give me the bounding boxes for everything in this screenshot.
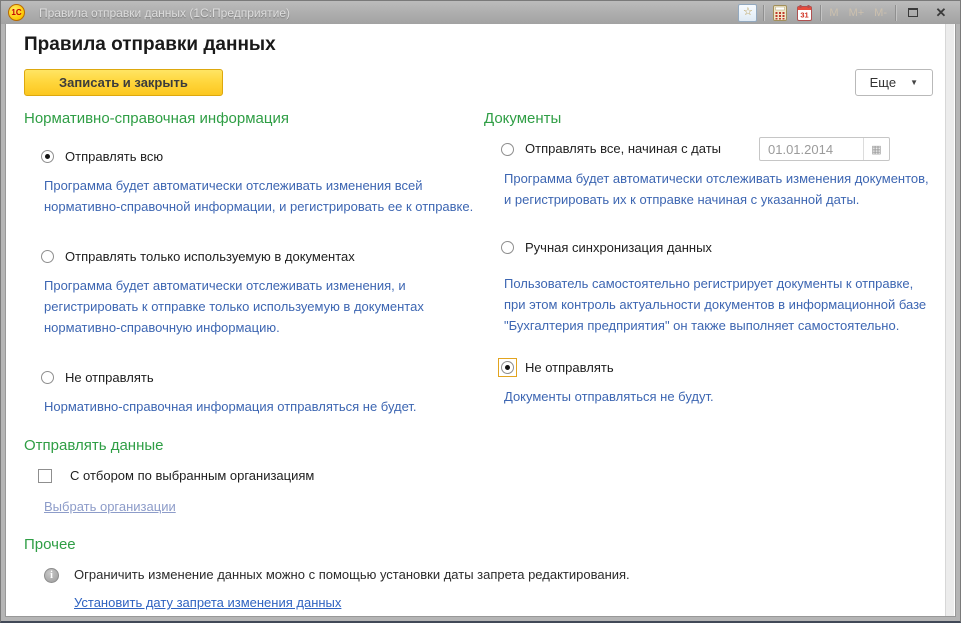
radio-label: Отправлять всю [65, 149, 163, 164]
select-organizations-link[interactable]: Выбрать организации [44, 499, 176, 514]
radio-label: Отправлять все, начиная с даты [525, 141, 721, 156]
memory-m-button[interactable]: М [827, 7, 840, 19]
radio-option-docs-send-from-date[interactable]: Отправлять все, начиная с даты ▦ [498, 137, 937, 161]
calculator-icon[interactable] [770, 4, 789, 22]
radio-option-nsi-send-all[interactable]: Отправлять всю [38, 147, 484, 166]
docs-hint-1: Программа будет автоматически отслеживат… [504, 168, 936, 210]
memory-m-minus-button[interactable]: М- [872, 7, 889, 19]
start-date-input[interactable] [760, 138, 863, 160]
radio-label: Ручная синхронизация данных [525, 240, 712, 255]
documents-section: Документы Отправлять все, начиная с даты… [484, 110, 937, 417]
maximize-button[interactable] [902, 4, 924, 22]
nsi-hint-3: Нормативно-справочная информация отправл… [44, 396, 476, 417]
titlebar-separator [763, 5, 764, 21]
memory-m-plus-button[interactable]: М+ [847, 7, 867, 19]
radio-button[interactable] [41, 250, 54, 263]
form-content: Правила отправки данных Записать и закры… [5, 24, 956, 617]
radio-label: Отправлять только используемую в докумен… [65, 249, 355, 264]
more-button[interactable]: Еще ▼ [855, 69, 933, 96]
nsi-hint-1: Программа будет автоматически отслеживат… [44, 175, 476, 217]
other-heading: Прочее [24, 536, 937, 553]
more-button-label: Еще [870, 75, 896, 90]
docs-hint-2: Пользователь самостоятельно регистрирует… [504, 273, 936, 336]
calendar-icon[interactable]: 31 [795, 4, 814, 22]
window-title: Правила отправки данных (1С:Предприятие) [39, 6, 738, 20]
maximize-icon [908, 8, 918, 17]
nsi-heading: Нормативно-справочная информация [24, 110, 484, 127]
set-restriction-date-link[interactable]: Установить дату запрета изменения данных [74, 595, 341, 610]
radio-option-nsi-no-send[interactable]: Не отправлять [38, 368, 484, 387]
save-and-close-button[interactable]: Записать и закрыть [24, 69, 223, 96]
chevron-down-icon: ▼ [910, 78, 918, 87]
other-section: Прочее i Ограничить изменение данных мож… [24, 536, 937, 612]
info-text: Ограничить изменение данных можно с помо… [74, 567, 630, 582]
radio-option-docs-no-send[interactable]: Не отправлять [498, 358, 937, 377]
app-window: 1С Правила отправки данных (1С:Предприят… [0, 0, 961, 623]
checkbox[interactable] [38, 469, 52, 483]
radio-button[interactable] [501, 143, 514, 156]
docs-hint-3: Документы отправляться не будут. [504, 386, 936, 407]
radio-button[interactable] [501, 241, 514, 254]
calendar-picker-icon[interactable]: ▦ [863, 138, 889, 160]
vertical-scrollbar[interactable] [945, 24, 954, 616]
radio-option-docs-manual-sync[interactable]: Ручная синхронизация данных [498, 238, 937, 257]
favorites-icon[interactable]: ☆ [738, 4, 757, 22]
radio-label: Не отправлять [65, 370, 154, 385]
radio-button[interactable] [41, 150, 54, 163]
1c-logo-icon: 1С [8, 4, 25, 21]
titlebar-separator [820, 5, 821, 21]
page-title: Правила отправки данных [24, 34, 955, 56]
start-date-field-group: ▦ [759, 137, 890, 161]
titlebar: 1С Правила отправки данных (1С:Предприят… [1, 1, 960, 24]
filter-by-orgs-option[interactable]: С отбором по выбранным организациям [38, 468, 937, 483]
radio-button[interactable] [501, 361, 514, 374]
nsi-hint-2: Программа будет автоматически отслеживат… [44, 275, 476, 338]
info-icon: i [44, 568, 59, 583]
titlebar-separator [895, 5, 896, 21]
send-data-heading: Отправлять данные [24, 437, 937, 454]
radio-label: Не отправлять [525, 360, 614, 375]
radio-button[interactable] [41, 371, 54, 384]
checkbox-label: С отбором по выбранным организациям [70, 468, 314, 483]
nsi-section: Нормативно-справочная информация Отправл… [24, 110, 484, 417]
toolbar: Записать и закрыть Еще ▼ [24, 69, 933, 96]
close-button[interactable]: ✕ [930, 4, 952, 22]
radio-option-nsi-used-only[interactable]: Отправлять только используемую в докумен… [38, 247, 484, 266]
documents-heading: Документы [484, 110, 937, 127]
send-data-section: Отправлять данные С отбором по выбранным… [24, 437, 937, 516]
svg-text:31: 31 [801, 10, 809, 19]
focus-ring [498, 358, 517, 377]
